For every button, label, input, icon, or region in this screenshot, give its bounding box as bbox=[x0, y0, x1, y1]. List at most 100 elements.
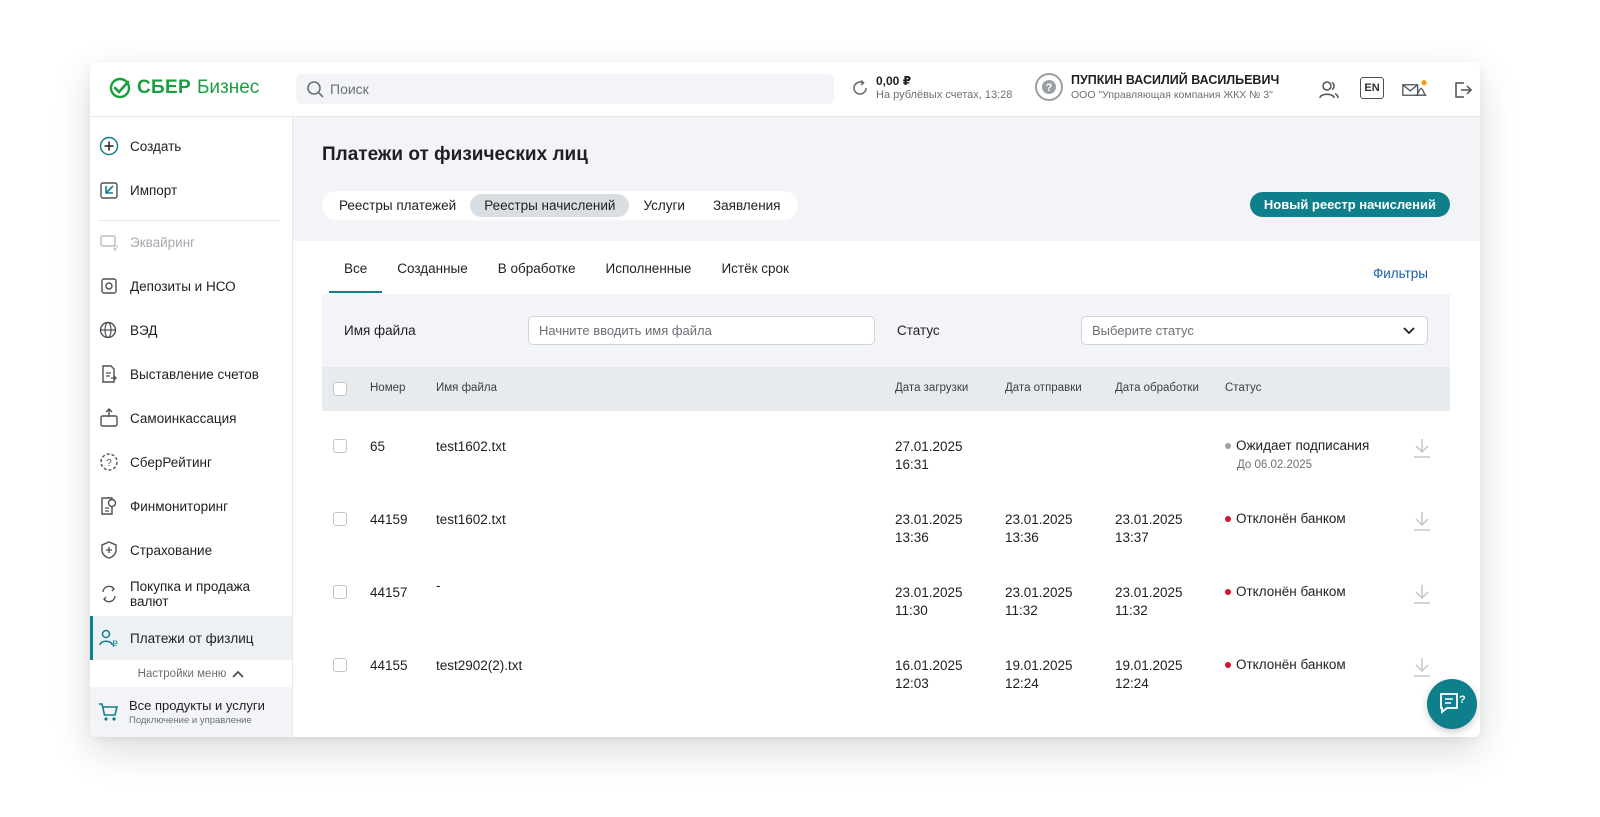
sidebar-item-sberrating[interactable]: ? СберРейтинг bbox=[90, 440, 292, 484]
tab-processing[interactable]: В обработке bbox=[483, 261, 591, 293]
column-upload-date[interactable]: Дата загрузки bbox=[895, 382, 968, 394]
tab-executed[interactable]: Исполненные bbox=[591, 261, 707, 293]
page-header: Платежи от физических лиц Реестры платеж… bbox=[293, 117, 1480, 241]
row-number: 44155 bbox=[370, 658, 408, 673]
row-checkbox[interactable] bbox=[333, 512, 347, 526]
balance-widget[interactable]: 0,00 ₽ На рублёвых счетах, 13:28 bbox=[850, 74, 1012, 101]
rating-icon: ? bbox=[98, 451, 120, 473]
status-label: Статус bbox=[897, 323, 940, 338]
status-select[interactable]: Выберите статус bbox=[1081, 316, 1428, 345]
sidebar-item-finmonitoring[interactable]: Финмониторинг bbox=[90, 484, 292, 528]
acquiring-icon: ₽ bbox=[98, 231, 120, 253]
top-header: СБЕР Бизнес 0,00 ₽ На рублёвых счетах, 1… bbox=[90, 62, 1480, 117]
column-file-name[interactable]: Имя файла bbox=[436, 382, 497, 394]
sidebar-item-create[interactable]: Создать bbox=[90, 124, 292, 168]
status-dot bbox=[1225, 515, 1231, 522]
sidebar-item-label: Страхование bbox=[130, 542, 213, 558]
user-name: ПУПКИН ВАСИЛИЙ ВАСИЛЬЕВИЧ bbox=[1071, 73, 1280, 87]
menu-settings-toggle[interactable]: Настройки меню bbox=[90, 662, 292, 686]
global-search[interactable] bbox=[296, 74, 834, 104]
sber-business-logo[interactable]: СБЕР Бизнес bbox=[109, 77, 259, 99]
row-checkbox[interactable] bbox=[333, 585, 347, 599]
segment-payment-registries[interactable]: Реестры платежей bbox=[325, 194, 470, 217]
question-icon: ? bbox=[1042, 80, 1056, 94]
table-row[interactable]: 65 test1602.txt 27.01.2025 16:31 Ожидает … bbox=[322, 411, 1450, 484]
sidebar-item-label: СберРейтинг bbox=[130, 454, 212, 470]
finmonitoring-icon bbox=[98, 495, 120, 517]
all-products-subtitle: Подключение и управление bbox=[129, 715, 252, 726]
refresh-icon[interactable] bbox=[850, 78, 870, 98]
row-process-date: 23.01.2025 11:32 bbox=[1115, 585, 1183, 618]
search-input[interactable] bbox=[330, 81, 810, 97]
svg-text:?: ? bbox=[1046, 82, 1053, 94]
company-avatar: ? bbox=[1035, 73, 1063, 101]
filter-panel: Имя файла Статус Выберите статус bbox=[322, 294, 1450, 367]
chat-help-icon: ? bbox=[1440, 693, 1466, 714]
language-switch[interactable]: EN bbox=[1360, 77, 1384, 99]
svg-text:₽: ₽ bbox=[113, 244, 118, 252]
chevron-up-icon bbox=[232, 670, 245, 678]
column-process-date[interactable]: Дата обработки bbox=[1115, 382, 1199, 394]
new-accrual-registry-button[interactable]: Новый реестр начислений bbox=[1249, 192, 1450, 217]
column-status[interactable]: Статус bbox=[1225, 382, 1261, 394]
row-status: Отклонён банком bbox=[1225, 657, 1346, 672]
download-icon[interactable] bbox=[1412, 656, 1432, 678]
segment-accrual-registries[interactable]: Реестры начислений bbox=[470, 194, 630, 217]
sidebar-item-label: Депозиты и НСО bbox=[130, 278, 236, 294]
all-products-title: Все продукты и услуги bbox=[129, 698, 265, 713]
sidebar-item-acquiring[interactable]: ₽ Эквайринг bbox=[90, 220, 292, 264]
row-file-name[interactable]: - bbox=[436, 577, 441, 595]
select-all-checkbox[interactable] bbox=[333, 382, 347, 396]
row-upload-date: 23.01.2025 13:36 bbox=[895, 512, 963, 545]
row-process-date: 19.01.2025 12:24 bbox=[1115, 658, 1183, 691]
brand-suffix: Бизнес bbox=[196, 77, 260, 98]
column-send-date[interactable]: Дата отправки bbox=[1005, 382, 1082, 394]
download-icon[interactable] bbox=[1412, 583, 1432, 605]
row-status: Отклонён банком bbox=[1225, 511, 1346, 526]
sidebar-item-currency[interactable]: Покупка и продажа валют bbox=[90, 572, 292, 616]
segment-applications[interactable]: Заявления bbox=[699, 194, 795, 217]
column-number[interactable]: Номер bbox=[370, 382, 405, 394]
table-row[interactable]: 44155 test2902(2).txt 16.01.2025 12:03 19… bbox=[322, 630, 1450, 703]
sidebar-item-insurance[interactable]: Страхование bbox=[90, 528, 292, 572]
search-icon bbox=[307, 81, 324, 98]
users-icon[interactable] bbox=[1316, 77, 1342, 103]
tab-all[interactable]: Все bbox=[329, 261, 383, 293]
row-status: Отклонён банком bbox=[1225, 584, 1346, 599]
brand-name: СБЕР bbox=[137, 77, 191, 98]
sidebar-item-import[interactable]: Импорт bbox=[90, 168, 292, 212]
download-icon[interactable] bbox=[1412, 437, 1432, 459]
page-title: Платежи от физических лиц bbox=[322, 144, 588, 165]
sidebar-item-label: Покупка и продажа валют bbox=[129, 579, 251, 609]
app-window: СБЕР Бизнес 0,00 ₽ На рублёвых счетах, 1… bbox=[90, 62, 1480, 737]
tab-created[interactable]: Созданные bbox=[382, 261, 483, 293]
status-tabs: Все Созданные В обработке Исполненные Ис… bbox=[329, 261, 804, 293]
support-chat-button[interactable]: ? bbox=[1427, 679, 1477, 729]
download-icon[interactable] bbox=[1412, 510, 1432, 532]
all-products-link[interactable]: Все продукты и услуги Подключение и упра… bbox=[90, 687, 292, 737]
row-file-name[interactable]: test1602.txt bbox=[436, 511, 506, 529]
row-checkbox[interactable] bbox=[333, 439, 347, 453]
sidebar-item-ved[interactable]: ВЭД bbox=[90, 308, 292, 352]
mail-notifications-icon[interactable] bbox=[1402, 77, 1428, 103]
balance-amount: 0,00 ₽ bbox=[876, 74, 912, 88]
row-checkbox[interactable] bbox=[333, 658, 347, 672]
file-name-field[interactable] bbox=[528, 316, 875, 345]
sidebar-item-individual-payments[interactable]: ₽ Платежи от физлиц bbox=[90, 616, 292, 660]
sidebar-item-invoicing[interactable]: Выставление счетов bbox=[90, 352, 292, 396]
table-row[interactable]: 44157 - 23.01.2025 11:30 23.01.2025 11:32 … bbox=[322, 557, 1450, 630]
user-profile[interactable]: ? ПУПКИН ВАСИЛИЙ ВАСИЛЬЕВИЧ ООО "Управля… bbox=[1035, 73, 1279, 101]
row-file-name[interactable]: test1602.txt bbox=[436, 438, 506, 456]
sidebar-item-self-collection[interactable]: Самоинкассация bbox=[90, 396, 292, 440]
table-row[interactable]: 44159 test1602.txt 23.01.2025 13:36 23.01… bbox=[322, 484, 1450, 557]
status-dot bbox=[1225, 442, 1231, 449]
file-name-input[interactable] bbox=[539, 323, 859, 338]
logout-icon[interactable] bbox=[1450, 77, 1476, 103]
plus-circle-icon bbox=[98, 135, 120, 157]
sidebar-item-deposits[interactable]: Депозиты и НСО bbox=[90, 264, 292, 308]
filters-link[interactable]: Фильтры bbox=[1373, 266, 1428, 281]
sidebar-item-label: Выставление счетов bbox=[130, 366, 259, 382]
tab-expired[interactable]: Истёк срок bbox=[706, 261, 803, 293]
segment-services[interactable]: Услуги bbox=[629, 194, 699, 217]
row-file-name[interactable]: test2902(2).txt bbox=[436, 657, 522, 675]
